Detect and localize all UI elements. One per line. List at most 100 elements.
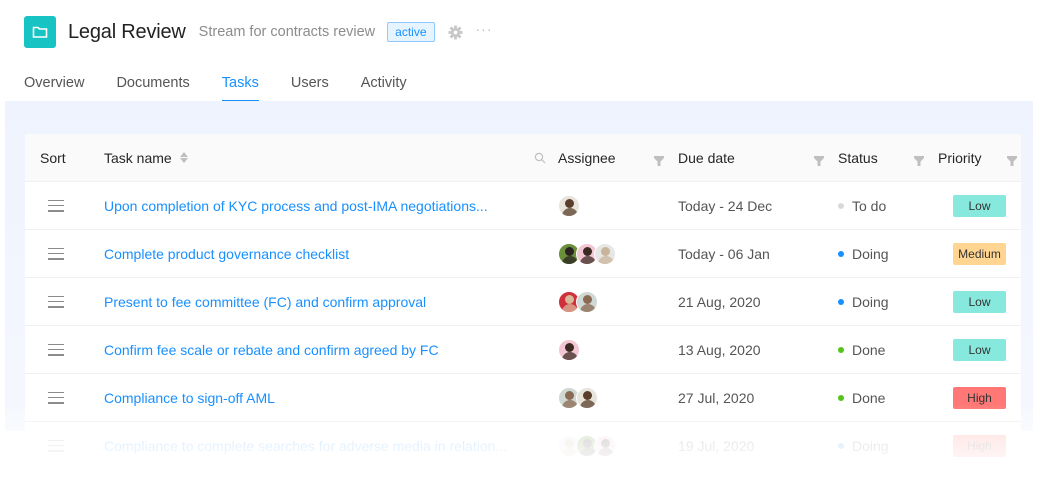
- column-header-sort: Sort: [40, 149, 66, 166]
- tab-documents[interactable]: Documents: [116, 72, 189, 102]
- table-row[interactable]: Confirm fee scale or rebate and confirm …: [25, 326, 1021, 374]
- task-name-cell: Compliance to complete searches for adve…: [104, 422, 558, 470]
- drag-handle-icon[interactable]: [48, 199, 64, 212]
- tab-overview[interactable]: Overview: [24, 72, 84, 102]
- sort-cell: [25, 182, 104, 230]
- avatar[interactable]: [558, 338, 580, 361]
- task-link[interactable]: Compliance to sign-off AML: [104, 390, 275, 406]
- table-row[interactable]: Complete product governance checklist To…: [25, 230, 1021, 278]
- page-title: Legal Review: [68, 20, 186, 43]
- sort-cell: [25, 374, 104, 422]
- assignee-cell: [558, 182, 678, 230]
- drag-handle-icon[interactable]: [48, 343, 64, 356]
- column-header-label: Assignee: [558, 149, 616, 166]
- filter-icon[interactable]: [814, 153, 824, 169]
- task-name-cell: Upon completion of KYC process and post-…: [104, 182, 558, 230]
- more-icon[interactable]: ···: [476, 22, 493, 40]
- task-link[interactable]: Compliance to complete searches for adve…: [104, 438, 507, 454]
- priority-badge: Low: [953, 194, 1006, 217]
- avatar[interactable]: [576, 386, 598, 409]
- folder-icon: [24, 16, 56, 48]
- avatar[interactable]: [594, 434, 616, 457]
- tab-bar: Overview Documents Tasks Users Activity: [24, 72, 439, 102]
- priority-cell: Medium: [938, 230, 1021, 278]
- priority-cell: Low: [938, 182, 1021, 230]
- status-dot-icon: [838, 250, 844, 257]
- column-header-label: Task name: [104, 149, 172, 166]
- column-header-task-name[interactable]: Task name: [104, 134, 558, 182]
- status-cell: Doing: [838, 422, 938, 470]
- status-badge: active: [387, 22, 435, 42]
- status-dot-icon: [838, 442, 844, 449]
- drag-handle-icon[interactable]: [48, 247, 64, 260]
- due-date: 21 Aug, 2020: [678, 293, 761, 310]
- priority-badge: Medium: [953, 242, 1006, 265]
- column-header-label: Due date: [678, 149, 735, 166]
- tab-users[interactable]: Users: [291, 72, 329, 102]
- column-header-priority: Priority: [938, 134, 1021, 182]
- status-cell: Done: [838, 374, 938, 422]
- sort-cell: [25, 422, 104, 470]
- column-header-label: Priority: [938, 149, 982, 166]
- assignee-cell: [558, 230, 678, 278]
- status-label: Done: [852, 341, 886, 358]
- task-name-cell: Present to fee committee (FC) and confir…: [104, 278, 558, 326]
- table-row[interactable]: Upon completion of KYC process and post-…: [25, 182, 1021, 230]
- avatar-group: [558, 194, 580, 217]
- status-label: Doing: [852, 293, 889, 310]
- status-dot-icon: [838, 202, 844, 209]
- sort-icon[interactable]: [179, 152, 188, 163]
- drag-handle-icon[interactable]: [48, 295, 64, 308]
- status-dot-icon: [838, 346, 844, 353]
- column-header-due-date: Due date: [678, 134, 838, 182]
- avatar[interactable]: [558, 194, 580, 217]
- task-link[interactable]: Upon completion of KYC process and post-…: [104, 198, 488, 214]
- priority-badge: High: [953, 434, 1006, 457]
- priority-badge: Low: [953, 338, 1006, 361]
- filter-icon[interactable]: [654, 153, 664, 169]
- filter-icon[interactable]: [1007, 153, 1017, 169]
- task-link[interactable]: Confirm fee scale or rebate and confirm …: [104, 342, 439, 358]
- assignee-cell: [558, 278, 678, 326]
- priority-badge: High: [953, 386, 1006, 409]
- status-cell: Doing: [838, 230, 938, 278]
- avatar-group: [558, 434, 616, 457]
- due-date: Today - 06 Jan: [678, 245, 770, 262]
- assignee-cell: [558, 326, 678, 374]
- status-cell: Doing: [838, 278, 938, 326]
- avatar[interactable]: [594, 242, 616, 265]
- page-subtitle: Stream for contracts review: [198, 24, 376, 40]
- drag-handle-icon[interactable]: [48, 439, 64, 452]
- status-label: To do: [852, 197, 887, 214]
- priority-cell: Low: [938, 278, 1021, 326]
- table-row[interactable]: Compliance to complete searches for adve…: [25, 422, 1021, 470]
- assignee-cell: [558, 374, 678, 422]
- status-label: Doing: [852, 245, 889, 262]
- task-link[interactable]: Present to fee committee (FC) and confir…: [104, 294, 426, 310]
- table-header: Sort Task name Assignee Due date Status …: [25, 134, 1021, 182]
- avatar-group: [558, 290, 598, 313]
- filter-icon[interactable]: [914, 153, 924, 169]
- sort-cell: [25, 326, 104, 374]
- avatar-group: [558, 242, 616, 265]
- tab-tasks[interactable]: Tasks: [221, 72, 259, 102]
- priority-cell: High: [938, 422, 1021, 470]
- status-label: Doing: [852, 437, 889, 454]
- task-link[interactable]: Complete product governance checklist: [104, 246, 349, 262]
- tab-activity[interactable]: Activity: [361, 72, 407, 102]
- drag-handle-icon[interactable]: [48, 391, 64, 404]
- status-dot-icon: [838, 298, 844, 305]
- task-name-cell: Confirm fee scale or rebate and confirm …: [104, 326, 558, 374]
- due-date: Today - 24 Dec: [678, 197, 773, 214]
- task-name-cell: Complete product governance checklist: [104, 230, 558, 278]
- page-header: Legal Review Stream for contracts review…: [24, 16, 493, 48]
- avatar[interactable]: [576, 290, 598, 313]
- search-icon[interactable]: [534, 151, 546, 167]
- table-row[interactable]: Present to fee committee (FC) and confir…: [25, 278, 1021, 326]
- priority-cell: Low: [938, 326, 1021, 374]
- gear-icon[interactable]: [447, 24, 464, 40]
- avatar-group: [558, 386, 598, 409]
- table-row[interactable]: Compliance to sign-off AML 27 Jul, 2020 …: [25, 374, 1021, 422]
- column-header-label: Status: [838, 149, 878, 166]
- due-date: 19 Jul, 2020: [678, 437, 755, 454]
